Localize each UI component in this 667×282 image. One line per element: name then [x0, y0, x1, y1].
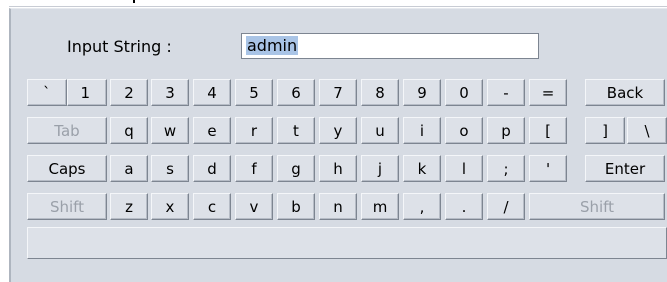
- key-8[interactable]: 8: [361, 79, 399, 106]
- key-j[interactable]: j: [361, 155, 399, 182]
- key-s[interactable]: s: [151, 155, 189, 182]
- input-string-field[interactable]: admin: [241, 33, 539, 59]
- key-2[interactable]: 2: [110, 79, 148, 106]
- key-enter[interactable]: Enter: [585, 155, 665, 182]
- key-f[interactable]: f: [235, 155, 273, 182]
- key-9[interactable]: 9: [403, 79, 441, 106]
- key-t[interactable]: t: [277, 117, 315, 144]
- key-right-bracket[interactable]: ]: [585, 117, 625, 144]
- key-period[interactable]: .: [445, 193, 483, 220]
- key-3[interactable]: 3: [151, 79, 189, 106]
- key-left-bracket[interactable]: [: [529, 117, 567, 144]
- key-e[interactable]: e: [193, 117, 231, 144]
- key-slash[interactable]: /: [487, 193, 525, 220]
- key-g[interactable]: g: [277, 155, 315, 182]
- key-7[interactable]: 7: [319, 79, 357, 106]
- key-shift-left[interactable]: Shift: [27, 193, 107, 220]
- key-a[interactable]: a: [110, 155, 148, 182]
- key-backslash[interactable]: \: [627, 117, 667, 144]
- key-z[interactable]: z: [110, 193, 148, 220]
- input-string-label: Input String :: [67, 37, 172, 56]
- key-k[interactable]: k: [403, 155, 441, 182]
- key-d[interactable]: d: [193, 155, 231, 182]
- key-tab[interactable]: Tab: [27, 117, 107, 144]
- key-l[interactable]: l: [445, 155, 483, 182]
- key-y[interactable]: y: [319, 117, 357, 144]
- key-1[interactable]: 1: [67, 79, 107, 106]
- key-c[interactable]: c: [193, 193, 231, 220]
- key-n[interactable]: n: [319, 193, 357, 220]
- key-minus[interactable]: -: [487, 79, 525, 106]
- top-edge-mark: [133, 0, 135, 3]
- key-b[interactable]: b: [277, 193, 315, 220]
- key-w[interactable]: w: [151, 117, 189, 144]
- key-equals[interactable]: =: [529, 79, 567, 106]
- key-quote[interactable]: ': [529, 155, 567, 182]
- key-5[interactable]: 5: [235, 79, 273, 106]
- key-backspace[interactable]: Back: [585, 79, 665, 106]
- key-v[interactable]: v: [235, 193, 273, 220]
- key-6[interactable]: 6: [277, 79, 315, 106]
- key-m[interactable]: m: [361, 193, 399, 220]
- key-q[interactable]: q: [110, 117, 148, 144]
- key-i[interactable]: i: [403, 117, 441, 144]
- key-shift-right[interactable]: Shift: [529, 193, 665, 220]
- key-4[interactable]: 4: [193, 79, 231, 106]
- key-backtick[interactable]: `: [27, 79, 67, 106]
- top-edge-line: [9, 6, 667, 7]
- key-x[interactable]: x: [151, 193, 189, 220]
- input-string-value: admin: [246, 36, 299, 55]
- key-h[interactable]: h: [319, 155, 357, 182]
- key-r[interactable]: r: [235, 117, 273, 144]
- key-0[interactable]: 0: [445, 79, 483, 106]
- key-p[interactable]: p: [487, 117, 525, 144]
- key-u[interactable]: u: [361, 117, 399, 144]
- key-space[interactable]: [27, 227, 667, 259]
- key-caps-lock[interactable]: Caps: [27, 155, 107, 182]
- key-o[interactable]: o: [445, 117, 483, 144]
- key-semicolon[interactable]: ;: [487, 155, 525, 182]
- key-comma[interactable]: ,: [403, 193, 441, 220]
